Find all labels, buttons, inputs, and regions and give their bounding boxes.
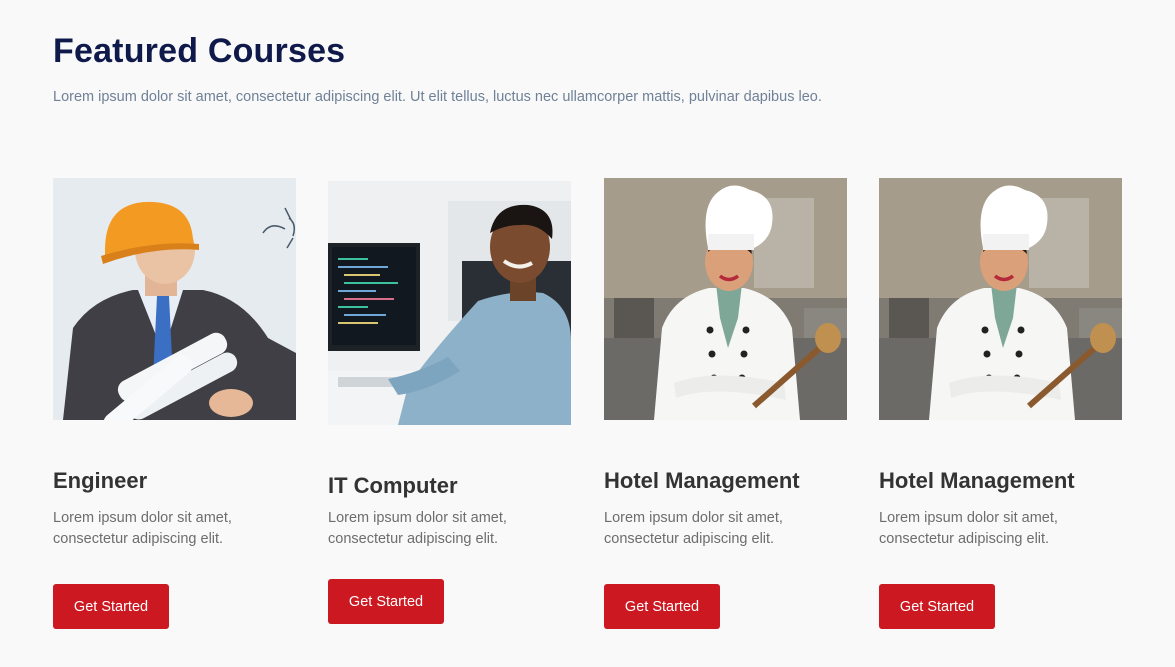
course-card: Hotel Management Lorem ipsum dolor sit a… <box>604 178 847 629</box>
get-started-button[interactable]: Get Started <box>53 584 169 629</box>
course-card: Hotel Management Lorem ipsum dolor sit a… <box>879 178 1122 629</box>
course-description: Lorem ipsum dolor sit amet, consectetur … <box>604 510 783 547</box>
page-title: Featured Courses <box>53 32 346 70</box>
course-description: Lorem ipsum dolor sit amet, consectetur … <box>879 510 1058 547</box>
course-title: Hotel Management <box>604 468 800 493</box>
page-subtitle: Lorem ipsum dolor sit amet, consectetur … <box>53 89 822 105</box>
chef-photo <box>604 178 847 420</box>
course-description: Lorem ipsum dolor sit amet, consectetur … <box>53 510 232 547</box>
course-card: Engineer Lorem ipsum dolor sit amet, con… <box>53 178 296 629</box>
course-title: Hotel Management <box>879 468 1075 493</box>
chef-photo <box>879 178 1122 420</box>
get-started-button[interactable]: Get Started <box>604 584 720 629</box>
get-started-button[interactable]: Get Started <box>328 579 444 624</box>
course-title: IT Computer <box>328 473 458 498</box>
course-title: Engineer <box>53 468 148 493</box>
get-started-button[interactable]: Get Started <box>879 584 995 629</box>
course-description: Lorem ipsum dolor sit amet, consectetur … <box>328 510 507 547</box>
engineer-photo <box>53 178 296 420</box>
it-computer-photo <box>328 181 571 425</box>
course-card: IT Computer Lorem ipsum dolor sit amet, … <box>328 181 571 624</box>
